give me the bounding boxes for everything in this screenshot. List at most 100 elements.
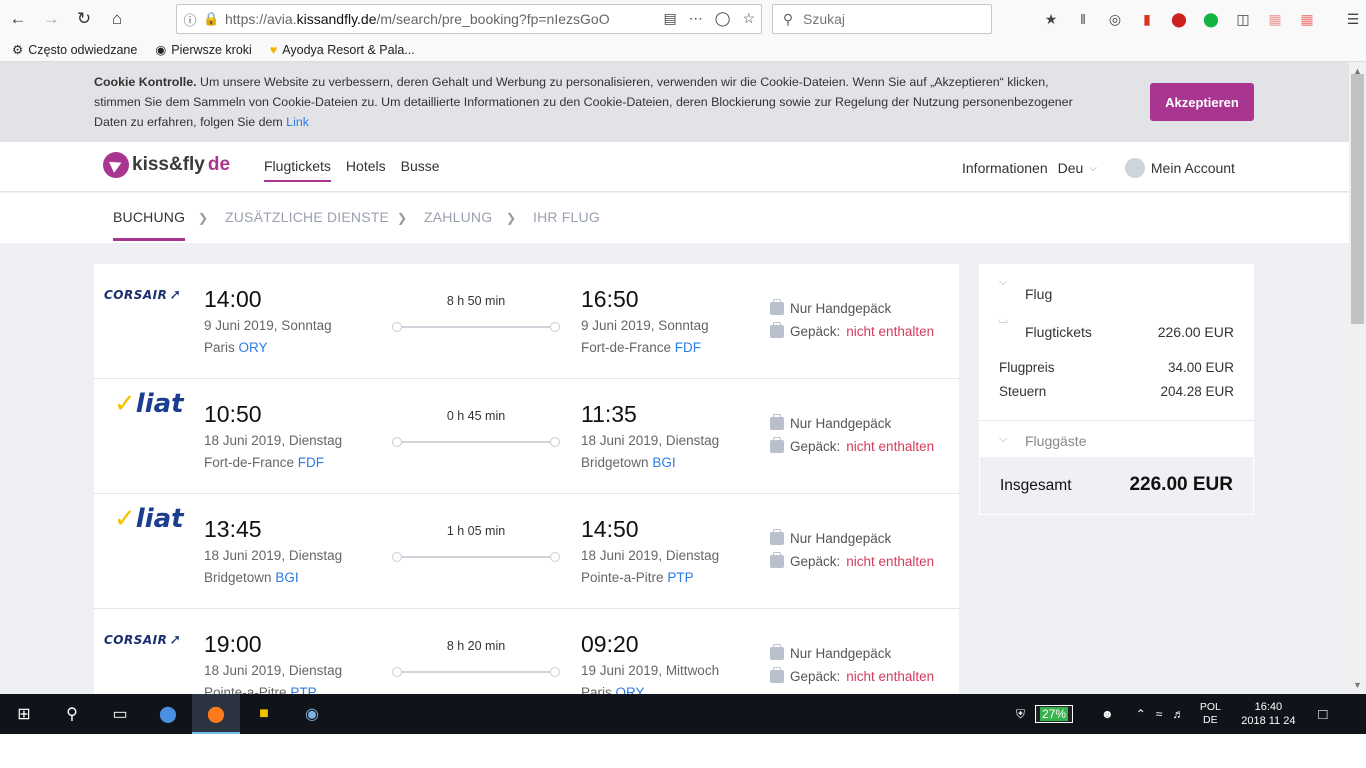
baggage-icon <box>770 667 784 683</box>
nav-hotels[interactable]: Hotels <box>346 158 386 182</box>
bookmarks-menu-icon[interactable]: ★ <box>1040 8 1062 30</box>
back-icon[interactable]: ← <box>3 4 33 34</box>
paint-icon[interactable]: ◉ <box>288 694 336 734</box>
arrival-date: 18 Juni 2019, Dienstag <box>581 548 720 563</box>
account-link[interactable]: Mein Account <box>1124 158 1235 178</box>
flight-track <box>392 667 560 677</box>
flight-track <box>392 437 560 447</box>
language-indicator[interactable]: POL DE <box>1194 701 1226 727</box>
lock-icon: 🔒 <box>203 11 220 26</box>
summary-steuern: Steuern 204.28 EUR <box>999 384 1234 399</box>
cookie-link[interactable]: Link <box>286 115 309 129</box>
site-logo[interactable]: kiss&fly de <box>103 152 230 178</box>
page-viewport: Cookie Kontrolle. Um unsere Website zu v… <box>0 62 1349 694</box>
flight-segment: ✓liat 10:50 18 Juni 2019, Dienstag Fort-… <box>94 379 959 494</box>
people-icon[interactable]: ☻ <box>1101 707 1114 721</box>
menu-icon[interactable]: ☰ <box>1342 8 1364 30</box>
flight-track <box>392 552 560 562</box>
step-zahlung[interactable]: ZAHLUNG <box>424 209 492 225</box>
flight-duration: 0 h 45 min <box>446 409 506 423</box>
hand-baggage-info: Nur Handgepäck <box>770 414 891 431</box>
summary-flug-toggle[interactable]: ⌵ Flug <box>979 264 1254 302</box>
arrival-time: 16:50 <box>581 286 639 312</box>
bookmark-star-icon[interactable]: ☆ <box>742 10 755 27</box>
arrival-city: Bridgetown BGI <box>581 455 676 470</box>
volume-icon[interactable]: ♬ <box>1172 707 1184 721</box>
wifi-icon[interactable]: ≈ <box>1156 707 1163 721</box>
search-bar[interactable]: ⚲ Szukaj <box>772 4 992 34</box>
system-tray: ⛨ 27% ☻ ⌃ ≈ ♬ POL DE 16:40 2018 11 24 □ <box>1016 694 1327 734</box>
summary-flugpreis: Flugpreis 34.00 EUR <box>999 360 1234 375</box>
departure-date: 18 Juni 2019, Dienstag <box>204 548 343 563</box>
departure-city: Bridgetown BGI <box>204 570 299 585</box>
avatar-icon <box>1124 158 1145 178</box>
grammarly-icon[interactable]: ⬤ <box>1200 8 1222 30</box>
accept-cookies-button[interactable]: Akzeptieren <box>1150 83 1254 121</box>
flight-duration: 1 h 05 min <box>446 524 506 538</box>
pdf-icon[interactable]: ▦ <box>1296 8 1318 30</box>
reader-view-icon[interactable]: ▤ <box>664 10 677 27</box>
nav-busse[interactable]: Busse <box>401 158 440 182</box>
gear-icon: ⚙ <box>12 43 24 57</box>
chevron-right-icon: ❯ <box>397 211 408 225</box>
airline-logo-corsair: CORSAIR ➚ <box>104 287 182 303</box>
reload-icon[interactable]: ↻ <box>69 4 99 34</box>
departure-date: 18 Juni 2019, Dienstag <box>204 433 343 448</box>
extension-flash-icon[interactable]: ▮ <box>1136 8 1158 30</box>
notifications-icon[interactable]: □ <box>1318 706 1327 723</box>
chrome-icon[interactable]: ⬤ <box>144 694 192 734</box>
chevron-down-icon[interactable]: ⌵ <box>1089 163 1097 174</box>
file-explorer-icon[interactable]: ■ <box>240 694 288 734</box>
chevron-down-icon: ⌵ <box>999 433 1008 445</box>
library-icon[interactable]: ‖ <box>1072 8 1094 30</box>
search-input[interactable]: Szukaj <box>803 11 845 27</box>
step-ihr-flug[interactable]: IHR FLUG <box>533 209 600 225</box>
home-icon[interactable]: ⌂ <box>102 4 132 34</box>
windows-taskbar: ⊞ ⚲ ▭ ⬤ ⬤ ■ ◉ ⛨ 27% ☻ ⌃ ≈ ♬ POL DE 16:40 2… <box>0 694 1366 734</box>
nav-flugtickets[interactable]: Flugtickets <box>264 158 331 182</box>
bookmark-item[interactable]: ⚙ Często odwiedzane <box>12 42 137 58</box>
url-text[interactable]: https://avia.kissandfly.de/m/search/pre_… <box>225 11 625 27</box>
screen-margin <box>0 734 1366 768</box>
flight-duration: 8 h 50 min <box>446 294 506 308</box>
search-icon[interactable]: ⚲ <box>48 694 96 734</box>
departure-time: 13:45 <box>204 516 262 542</box>
sidebar-icon[interactable]: ◫ <box>1232 8 1254 30</box>
address-bar[interactable]: ⓘ 🔒 https://avia.kissandfly.de/m/search/… <box>176 4 762 34</box>
checked-baggage-info: Gepäck: nicht enthalten <box>770 667 934 684</box>
logo-icon <box>103 152 129 178</box>
chevron-right-icon: ❯ <box>198 211 209 225</box>
summary-tickets-toggle[interactable]: ⌴ Flugtickets 226.00 EUR <box>979 302 1254 340</box>
extension-icon[interactable]: ▦ <box>1264 8 1286 30</box>
checked-baggage-info: Gepäck: nicht enthalten <box>770 322 934 339</box>
scroll-down-icon[interactable]: ▼ <box>1353 680 1362 690</box>
clock[interactable]: 16:40 2018 11 24 <box>1236 700 1300 728</box>
language-select[interactable]: Deu <box>1058 160 1084 176</box>
chevron-up-icon[interactable]: ⌃ <box>1136 707 1146 721</box>
cookie-banner: Cookie Kontrolle. Um unsere Website zu v… <box>0 62 1349 142</box>
step-buchung[interactable]: BUCHUNG <box>113 209 186 241</box>
hand-baggage-icon <box>770 529 784 545</box>
forward-icon[interactable]: → <box>36 4 66 34</box>
bookmark-item[interactable]: ♥ Ayodya Resort & Pala... <box>270 43 415 57</box>
arrival-time: 14:50 <box>581 516 639 542</box>
battery-indicator[interactable]: 27% <box>1035 705 1074 723</box>
page-actions-icon[interactable]: ⋯ <box>689 10 703 27</box>
task-view-icon[interactable]: ▭ <box>96 694 144 734</box>
site-header: kiss&fly de Flugtickets Hotels Busse Info… <box>0 142 1349 192</box>
summary-passengers-toggle[interactable]: ⌵ Fluggäste <box>979 421 1254 457</box>
scrollbar-thumb[interactable] <box>1351 74 1364 324</box>
nav-informationen[interactable]: Informationen <box>962 160 1048 176</box>
vpn-icon[interactable]: ◎ <box>1104 8 1126 30</box>
price-summary: ⌵ Flug ⌴ Flugtickets 226.00 EUR Flugprei… <box>979 264 1254 515</box>
windows-start-icon[interactable]: ⊞ <box>0 694 48 734</box>
shield-icon[interactable]: ⛨ <box>1016 707 1025 722</box>
info-icon[interactable]: ⓘ <box>177 10 203 29</box>
pocket-icon[interactable]: ◯ <box>715 10 731 27</box>
adblock-icon[interactable]: ⬤ <box>1168 8 1190 30</box>
bookmark-item[interactable]: ◉ Pierwsze kroki <box>155 42 252 58</box>
firefox-icon[interactable]: ⬤ <box>192 694 240 734</box>
step-zusaetzliche-dienste[interactable]: ZUSÄTZLICHE DIENSTE <box>225 209 389 225</box>
chevron-down-icon: ⌵ <box>999 276 1008 288</box>
page-scrollbar[interactable]: ▲ ▼ <box>1349 62 1366 694</box>
